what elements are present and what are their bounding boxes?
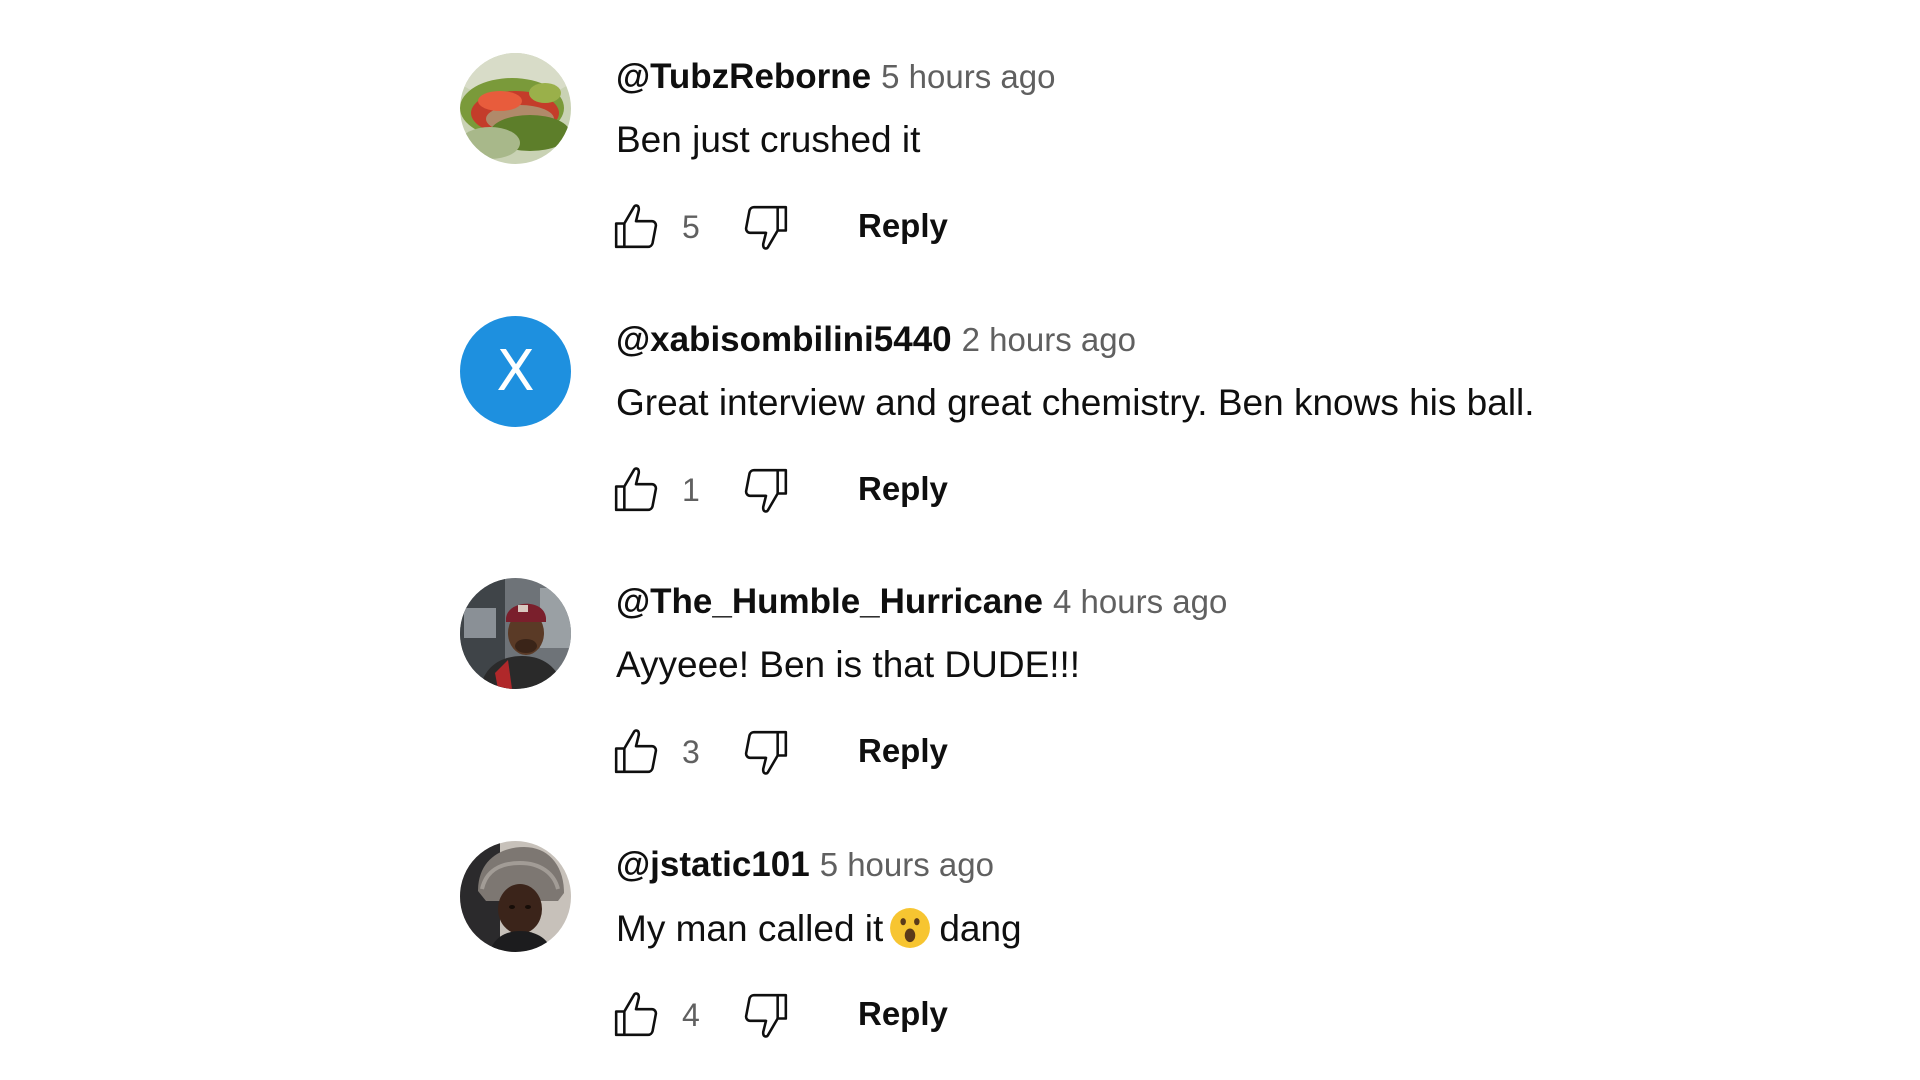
like-count: 4 bbox=[682, 997, 700, 1033]
like-count: 3 bbox=[682, 734, 700, 770]
comment-author[interactable]: @The_Humble_Hurricane bbox=[616, 582, 1043, 621]
comment-author[interactable]: @jstatic101 bbox=[616, 845, 810, 884]
comment-author[interactable]: @TubzReborne bbox=[616, 57, 871, 96]
comment-item: @TubzReborne 5 hours ago Ben just crushed… bbox=[0, 53, 1920, 293]
like-button[interactable] bbox=[608, 724, 666, 780]
avatar-image bbox=[460, 53, 571, 164]
dislike-button[interactable] bbox=[738, 199, 796, 255]
thumbs-up-icon bbox=[614, 467, 658, 512]
like-button[interactable] bbox=[608, 199, 666, 255]
comment-text: My man called it dang bbox=[616, 907, 1022, 950]
comment-author[interactable]: @xabisombilini5440 bbox=[616, 320, 952, 359]
thumbs-up-icon bbox=[614, 992, 658, 1037]
dislike-button[interactable] bbox=[738, 724, 796, 780]
reply-button[interactable]: Reply bbox=[858, 207, 948, 245]
comment-timestamp[interactable]: 5 hours ago bbox=[881, 58, 1055, 95]
dislike-button[interactable] bbox=[738, 462, 796, 518]
avatar-image bbox=[460, 578, 571, 689]
comment-item: @The_Humble_Hurricane 4 hours ago Ayyeee!… bbox=[0, 578, 1920, 818]
like-button[interactable] bbox=[608, 987, 666, 1043]
thumbs-down-icon bbox=[744, 468, 788, 513]
thumbs-up-icon bbox=[614, 729, 658, 774]
thumbs-up-icon bbox=[614, 204, 658, 249]
comment-text: Ayyeee! Ben is that DUDE!!! bbox=[616, 644, 1081, 685]
comment-text: Ben just crushed it bbox=[616, 119, 921, 160]
avatar-letter: X bbox=[496, 339, 535, 404]
comment-text-part: My man called it bbox=[616, 908, 884, 949]
comment-item: @jstatic101 5 hours ago My man called it … bbox=[0, 841, 1920, 1080]
thumbs-down-icon bbox=[744, 205, 788, 250]
thumbs-down-icon bbox=[744, 730, 788, 775]
avatar[interactable]: X bbox=[460, 316, 571, 427]
thumbs-down-icon bbox=[744, 993, 788, 1038]
reply-button[interactable]: Reply bbox=[858, 995, 948, 1033]
comment-text-part: dang bbox=[939, 908, 1022, 949]
astonished-face-icon bbox=[890, 908, 931, 948]
like-count: 1 bbox=[682, 472, 700, 508]
avatar[interactable] bbox=[460, 841, 571, 952]
like-count: 5 bbox=[682, 209, 700, 245]
comment-timestamp[interactable]: 5 hours ago bbox=[820, 846, 994, 883]
dislike-button[interactable] bbox=[738, 987, 796, 1043]
reply-button[interactable]: Reply bbox=[858, 732, 948, 770]
comment-timestamp[interactable]: 4 hours ago bbox=[1053, 583, 1227, 620]
comment-item: X @xabisombilini5440 2 hours ago Great in… bbox=[0, 316, 1920, 556]
avatar[interactable] bbox=[460, 578, 571, 689]
reply-button[interactable]: Reply bbox=[858, 470, 948, 508]
comment-text: Great interview and great chemistry. Ben… bbox=[616, 382, 1535, 423]
comment-timestamp[interactable]: 2 hours ago bbox=[962, 321, 1136, 358]
avatar-image bbox=[460, 841, 571, 952]
avatar[interactable] bbox=[460, 53, 571, 164]
like-button[interactable] bbox=[608, 462, 666, 518]
